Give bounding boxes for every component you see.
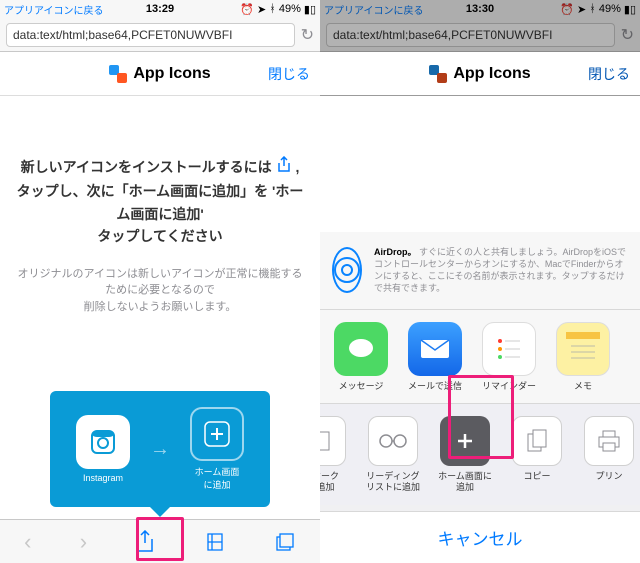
status-bar: アプリアイコンに戻る 13:30 ⏰ ➤ ᚼ 49% ▮▯ bbox=[320, 0, 640, 18]
airdrop-row[interactable]: AirDrop。 すぐに近くの人と共有しましょう。AirDropをiOSでコント… bbox=[320, 232, 640, 310]
battery-icon: ▮▯ bbox=[624, 3, 636, 16]
instruction-sub: オリジナルのアイコンは新しいアイコンが正常に機能するために必要となるので 削除し… bbox=[14, 266, 306, 316]
tooltip: Instagram → ホーム画面 に追加 bbox=[50, 391, 270, 507]
instruction-main: 新しいアイコンをインストールするには ,タップし、次に「ホーム画面に追加」を '… bbox=[14, 156, 306, 248]
share-apps-row: メッセージ メールで送信 リマインダー メモ bbox=[320, 310, 640, 405]
close-button[interactable]: 閉じる bbox=[588, 64, 630, 84]
url-field[interactable]: data:text/html;base64,PCFET0NUWVBFI bbox=[6, 23, 295, 47]
action-reading-list[interactable]: リーディング リストに追加 bbox=[364, 416, 422, 493]
action-bookmark[interactable]: クマーク に追加 bbox=[320, 416, 350, 493]
close-button[interactable]: 閉じる bbox=[268, 64, 310, 84]
status-time: 13:29 bbox=[146, 3, 174, 15]
app-logo-icon bbox=[109, 65, 127, 83]
location-icon: ➤ bbox=[257, 3, 266, 16]
share-icon bbox=[276, 161, 292, 177]
plus-icon bbox=[440, 416, 490, 466]
battery-icon: ▮▯ bbox=[304, 3, 316, 16]
page-title: App Icons bbox=[453, 65, 530, 83]
add-home-icon bbox=[190, 407, 244, 461]
share-actions-row: クマーク に追加 リーディング リストに追加 ホーム画面に 追加 コピー プリン bbox=[320, 404, 640, 505]
instagram-icon bbox=[76, 415, 130, 469]
back-to-app[interactable]: アプリアイコンに戻る bbox=[4, 2, 104, 17]
action-copy[interactable]: コピー bbox=[508, 416, 566, 493]
arrow-icon: → bbox=[150, 438, 170, 461]
alarm-icon: ⏰ bbox=[560, 3, 574, 16]
location-icon: ➤ bbox=[577, 3, 586, 16]
share-mail[interactable]: メールで送信 bbox=[406, 322, 464, 392]
mail-icon bbox=[408, 322, 462, 376]
bookmark-icon bbox=[320, 416, 346, 466]
back-to-app[interactable]: アプリアイコンに戻る bbox=[324, 2, 424, 17]
back-icon[interactable]: ‹ bbox=[24, 529, 31, 555]
alarm-icon: ⏰ bbox=[240, 3, 254, 16]
share-messages[interactable]: メッセージ bbox=[332, 322, 390, 392]
reminders-icon bbox=[482, 322, 536, 376]
page-title: App Icons bbox=[133, 65, 210, 83]
tabs-icon[interactable] bbox=[274, 531, 296, 553]
safari-toolbar: ‹ › bbox=[0, 519, 320, 563]
reload-icon[interactable]: ↻ bbox=[301, 25, 314, 45]
battery-percent: 49% bbox=[279, 3, 301, 15]
forward-icon[interactable]: › bbox=[80, 529, 87, 555]
page-header: App Icons 閉じる bbox=[320, 52, 640, 96]
bluetooth-icon: ᚼ bbox=[269, 3, 276, 15]
content-area: 新しいアイコンをインストールするには ,タップし、次に「ホーム画面に追加」を '… bbox=[0, 96, 320, 315]
share-notes[interactable]: メモ bbox=[554, 322, 612, 392]
share-reminders[interactable]: リマインダー bbox=[480, 322, 538, 392]
screenshot-left: アプリアイコンに戻る 13:29 ⏰ ➤ ᚼ 49% ▮▯ data:text/… bbox=[0, 0, 320, 563]
page-header: App Icons 閉じる bbox=[0, 52, 320, 96]
cancel-button[interactable]: キャンセル bbox=[320, 511, 640, 563]
tooltip-target-label: ホーム画面 に追加 bbox=[195, 465, 240, 491]
share-icon[interactable] bbox=[135, 530, 155, 554]
bookmarks-icon[interactable] bbox=[204, 531, 226, 553]
notes-icon bbox=[556, 322, 610, 376]
address-bar: data:text/html;base64,PCFET0NUWVBFI ↻ bbox=[0, 18, 320, 52]
glasses-icon bbox=[368, 416, 418, 466]
messages-icon bbox=[334, 322, 388, 376]
action-print[interactable]: プリン bbox=[580, 416, 638, 493]
url-field[interactable]: data:text/html;base64,PCFET0NUWVBFI bbox=[326, 23, 615, 47]
status-time: 13:30 bbox=[466, 3, 494, 15]
reload-icon[interactable]: ↻ bbox=[621, 25, 634, 45]
screenshot-right: アプリアイコンに戻る 13:30 ⏰ ➤ ᚼ 49% ▮▯ data:text/… bbox=[320, 0, 640, 563]
share-sheet: AirDrop。 すぐに近くの人と共有しましょう。AirDropをiOSでコント… bbox=[320, 232, 640, 563]
bluetooth-icon: ᚼ bbox=[589, 3, 596, 15]
battery-percent: 49% bbox=[599, 3, 621, 15]
print-icon bbox=[584, 416, 634, 466]
status-bar: アプリアイコンに戻る 13:29 ⏰ ➤ ᚼ 49% ▮▯ bbox=[0, 0, 320, 18]
app-logo-icon bbox=[429, 65, 447, 83]
tooltip-source-label: Instagram bbox=[83, 473, 123, 483]
action-add-home[interactable]: ホーム画面に 追加 bbox=[436, 416, 494, 493]
address-bar: data:text/html;base64,PCFET0NUWVBFI ↻ bbox=[320, 18, 640, 52]
airdrop-title: AirDrop。 bbox=[374, 247, 417, 257]
copy-icon bbox=[512, 416, 562, 466]
airdrop-icon bbox=[332, 247, 362, 293]
